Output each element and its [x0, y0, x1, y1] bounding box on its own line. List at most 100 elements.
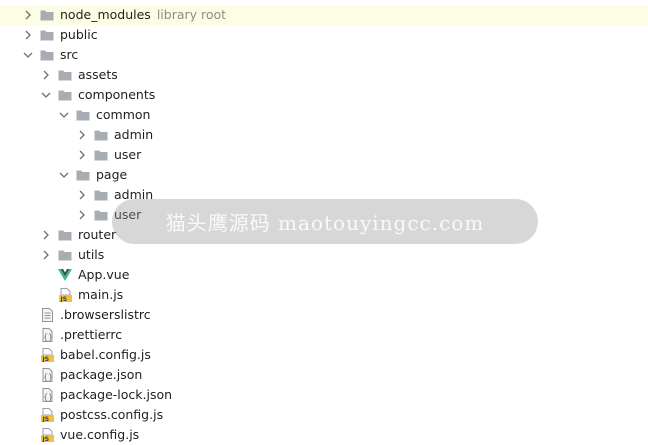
- tree-item-label: common: [96, 107, 150, 123]
- tree-item-label: package.json: [60, 367, 142, 383]
- tree-item-label: node_modules library root: [60, 7, 226, 23]
- tree-item-name: common: [96, 107, 151, 122]
- tree-item-name: App.vue: [78, 267, 130, 282]
- tree-item-name: components: [78, 87, 156, 102]
- watermark-text: 猫头鹰源码 maotouyingcc.com: [165, 211, 485, 235]
- config-file-icon: {}: [40, 368, 54, 382]
- js-file-icon: JS: [40, 428, 54, 442]
- tree-item[interactable]: node_modules library root: [0, 5, 648, 25]
- chevron-right-icon[interactable]: [74, 125, 90, 145]
- tree-item[interactable]: user: [0, 145, 648, 165]
- tree-item-name: package.json: [60, 367, 143, 382]
- folder-icon: [94, 188, 108, 202]
- tree-item-name: page: [96, 167, 128, 182]
- js-file-icon: JS: [58, 288, 72, 302]
- chevron-down-icon[interactable]: [56, 105, 72, 125]
- tree-item[interactable]: JS main.js: [0, 285, 648, 305]
- config-file-icon: {}: [40, 388, 54, 402]
- folder-icon: [94, 128, 108, 142]
- watermark-overlay: 猫头鹰源码 maotouyingcc.com: [112, 199, 538, 244]
- tree-item[interactable]: assets: [0, 65, 648, 85]
- config-file-icon: {}: [40, 328, 54, 342]
- tree-item-label: public: [60, 27, 98, 43]
- chevron-right-icon[interactable]: [74, 205, 90, 225]
- tree-item-label: vue.config.js: [60, 427, 139, 443]
- folder-icon: [76, 168, 90, 182]
- tree-item-label: babel.config.js: [60, 347, 151, 363]
- library-root-label: library root: [156, 7, 227, 22]
- folder-icon: [58, 68, 72, 82]
- tree-item-name: main.js: [78, 287, 124, 302]
- chevron-right-icon[interactable]: [74, 145, 90, 165]
- tree-item[interactable]: src: [0, 45, 648, 65]
- svg-text:JS: JS: [41, 436, 49, 442]
- folder-icon: [40, 28, 54, 42]
- tree-item[interactable]: utils: [0, 245, 648, 265]
- text-file-icon: [40, 308, 54, 322]
- tree-item[interactable]: {} package-lock.json: [0, 385, 648, 405]
- chevron-down-icon[interactable]: [20, 45, 36, 65]
- tree-item-name: postcss.config.js: [60, 407, 164, 422]
- tree-item-label: package-lock.json: [60, 387, 172, 403]
- folder-icon: [94, 148, 108, 162]
- svg-text:JS: JS: [41, 356, 49, 362]
- tree-item[interactable]: common: [0, 105, 648, 125]
- folder-icon: [58, 248, 72, 262]
- tree-item[interactable]: {} package.json: [0, 365, 648, 385]
- chevron-right-icon[interactable]: [38, 225, 54, 245]
- chevron-right-icon[interactable]: [38, 245, 54, 265]
- tree-item-name: node_modules: [60, 7, 151, 22]
- svg-text:{}: {}: [43, 333, 53, 342]
- js-file-icon: JS: [40, 348, 54, 362]
- tree-item-name: admin: [114, 127, 154, 142]
- tree-item[interactable]: admin: [0, 125, 648, 145]
- tree-item-label: router: [78, 227, 116, 243]
- tree-item-name: .prettierrc: [60, 327, 123, 342]
- tree-item-label: user: [114, 147, 141, 163]
- svg-text:{}: {}: [43, 393, 53, 402]
- tree-item-name: vue.config.js: [60, 427, 140, 442]
- tree-item-name: package-lock.json: [60, 387, 173, 402]
- tree-item-name: utils: [78, 247, 105, 262]
- svg-text:JS: JS: [59, 296, 67, 302]
- folder-icon: [76, 108, 90, 122]
- tree-item-label: .browserslistrc: [60, 307, 151, 323]
- tree-item[interactable]: JS vue.config.js: [0, 425, 648, 445]
- js-file-icon: JS: [40, 408, 54, 422]
- tree-item-label: main.js: [78, 287, 123, 303]
- tree-item[interactable]: page: [0, 165, 648, 185]
- svg-text:JS: JS: [41, 416, 49, 422]
- tree-item-label: .prettierrc: [60, 327, 122, 343]
- tree-item-label: postcss.config.js: [60, 407, 163, 423]
- chevron-down-icon[interactable]: [38, 85, 54, 105]
- tree-item-label: admin: [114, 127, 153, 143]
- tree-item[interactable]: public: [0, 25, 648, 45]
- tree-item[interactable]: components: [0, 85, 648, 105]
- tree-item-label: utils: [78, 247, 104, 263]
- tree-item-label: components: [78, 87, 155, 103]
- tree-item-name: babel.config.js: [60, 347, 151, 362]
- tree-item-name: .browserslistrc: [60, 307, 151, 322]
- folder-icon: [40, 8, 54, 22]
- folder-icon: [40, 48, 54, 62]
- tree-item-name: user: [114, 147, 142, 162]
- chevron-down-icon[interactable]: [56, 165, 72, 185]
- vue-file-icon: [58, 268, 72, 282]
- folder-icon: [58, 88, 72, 102]
- tree-item-name: src: [60, 47, 79, 62]
- tree-item-label: page: [96, 167, 127, 183]
- tree-item[interactable]: JS babel.config.js: [0, 345, 648, 365]
- chevron-right-icon[interactable]: [74, 185, 90, 205]
- svg-text:{}: {}: [43, 373, 53, 382]
- tree-item-label: App.vue: [78, 267, 129, 283]
- chevron-right-icon[interactable]: [20, 25, 36, 45]
- tree-item-label: assets: [78, 67, 118, 83]
- tree-item[interactable]: .browserslistrc: [0, 305, 648, 325]
- tree-item-label: src: [60, 47, 78, 63]
- tree-item[interactable]: {} .prettierrc: [0, 325, 648, 345]
- chevron-right-icon[interactable]: [20, 5, 36, 25]
- chevron-right-icon[interactable]: [38, 65, 54, 85]
- tree-item[interactable]: App.vue: [0, 265, 648, 285]
- tree-item-name: router: [78, 227, 117, 242]
- tree-item[interactable]: JS postcss.config.js: [0, 405, 648, 425]
